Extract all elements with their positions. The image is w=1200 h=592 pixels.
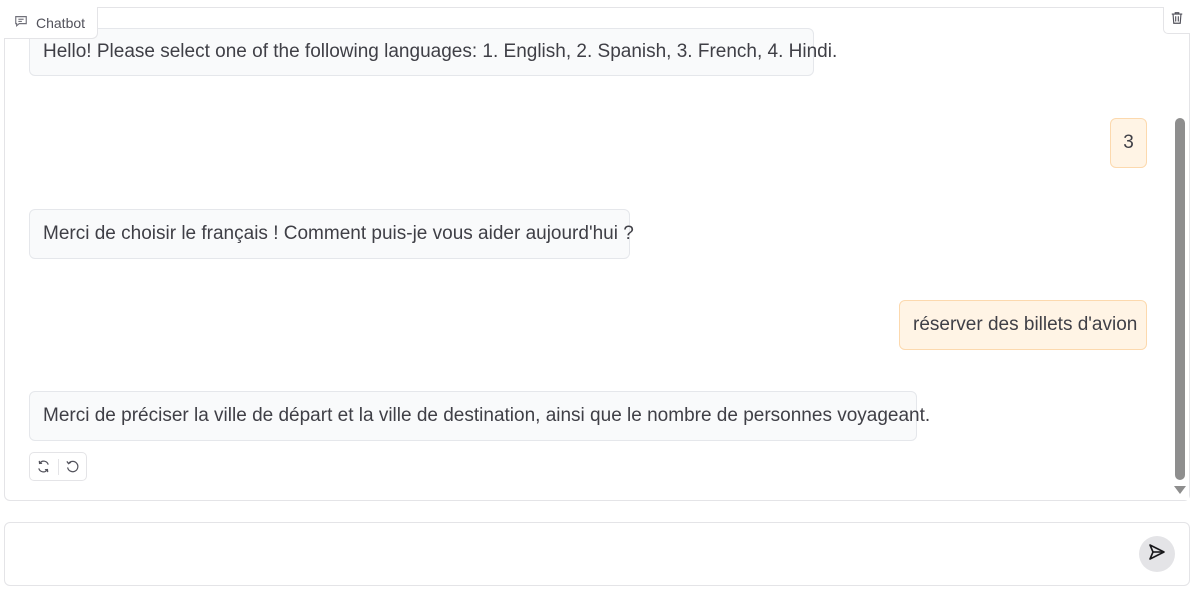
- message-text: Merci de choisir le français ! Comment p…: [43, 223, 634, 244]
- undo-button[interactable]: [59, 453, 87, 480]
- message-text: réserver des billets d'avion: [913, 314, 1138, 335]
- message-input[interactable]: [17, 533, 1131, 579]
- message-input-box: [4, 522, 1190, 586]
- chatbot-label: Chatbot: [4, 7, 98, 39]
- chat-scrollbar-thumb[interactable]: [1175, 118, 1185, 480]
- user-message: réserver des billets d'avion: [899, 300, 1147, 350]
- bot-message: Hello! Please select one of the followin…: [29, 28, 837, 76]
- send-button[interactable]: [1139, 536, 1175, 572]
- trash-icon: [1170, 11, 1184, 30]
- retry-button[interactable]: [30, 453, 58, 480]
- message-text: Hello! Please select one of the followin…: [43, 41, 838, 62]
- undo-icon: [66, 460, 79, 473]
- message-text: Merci de préciser la ville de départ et …: [43, 405, 931, 426]
- user-message: 3: [1110, 118, 1147, 168]
- send-icon: [1147, 542, 1167, 567]
- scroll-down-arrow-icon[interactable]: [1174, 486, 1186, 494]
- message-actions: [29, 452, 87, 481]
- retry-icon: [38, 460, 50, 473]
- chat-icon: [14, 14, 28, 31]
- clear-chat-button[interactable]: [1163, 7, 1190, 34]
- chatbot-label-text: Chatbot: [36, 14, 86, 31]
- bot-message: Merci de choisir le français ! Comment p…: [29, 209, 634, 259]
- bot-message: Merci de préciser la ville de départ et …: [29, 391, 930, 441]
- message-text: 3: [1123, 132, 1134, 153]
